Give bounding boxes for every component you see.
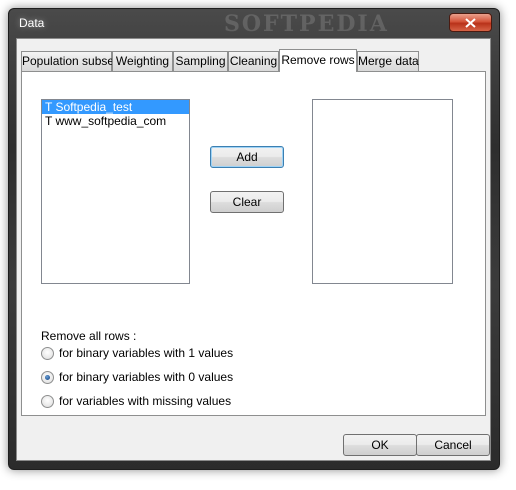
tab-sampling[interactable]: Sampling [173, 51, 228, 71]
dialog-client-area: Population subset Weighting Sampling Cle… [16, 38, 491, 461]
radio-label: for binary variables with 0 values [59, 370, 234, 384]
close-button[interactable] [449, 13, 492, 32]
radio-label: for binary variables with 1 values [59, 346, 234, 360]
radio-button[interactable] [41, 347, 54, 360]
tab-merge-data[interactable]: Merge data [357, 51, 419, 71]
selected-variables-listbox[interactable] [312, 99, 453, 284]
watermark: SOFTPEDIA [224, 11, 389, 37]
window-title: Data [19, 16, 45, 30]
radio-checked-dot [45, 375, 50, 380]
tab-population-subset[interactable]: Population subset [21, 51, 117, 71]
title-bar[interactable]: Data SOFTPEDIA [9, 9, 499, 37]
remove-rows-panel: T Softpedia_test T www_softpedia_com Add… [21, 71, 486, 416]
dialog-window: Data SOFTPEDIA Population subset Weighti… [8, 8, 500, 470]
tab-remove-rows[interactable]: Remove rows [279, 49, 357, 72]
close-icon [465, 18, 476, 28]
variables-listbox[interactable]: T Softpedia_test T www_softpedia_com [41, 99, 190, 284]
add-button[interactable]: Add [210, 146, 284, 168]
radio-button[interactable] [41, 395, 54, 408]
ok-button[interactable]: OK [343, 434, 417, 456]
radio-label: for variables with missing values [59, 394, 232, 408]
list-item[interactable]: T www_softpedia_com [42, 114, 189, 128]
tab-weighting[interactable]: Weighting [112, 51, 173, 71]
radio-button[interactable] [41, 371, 54, 384]
cancel-button[interactable]: Cancel [416, 434, 490, 456]
tab-cleaning[interactable]: Cleaning [228, 51, 279, 71]
clear-button[interactable]: Clear [210, 191, 284, 213]
list-item[interactable]: T Softpedia_test [42, 100, 189, 114]
remove-rows-label: Remove all rows : [41, 329, 137, 343]
